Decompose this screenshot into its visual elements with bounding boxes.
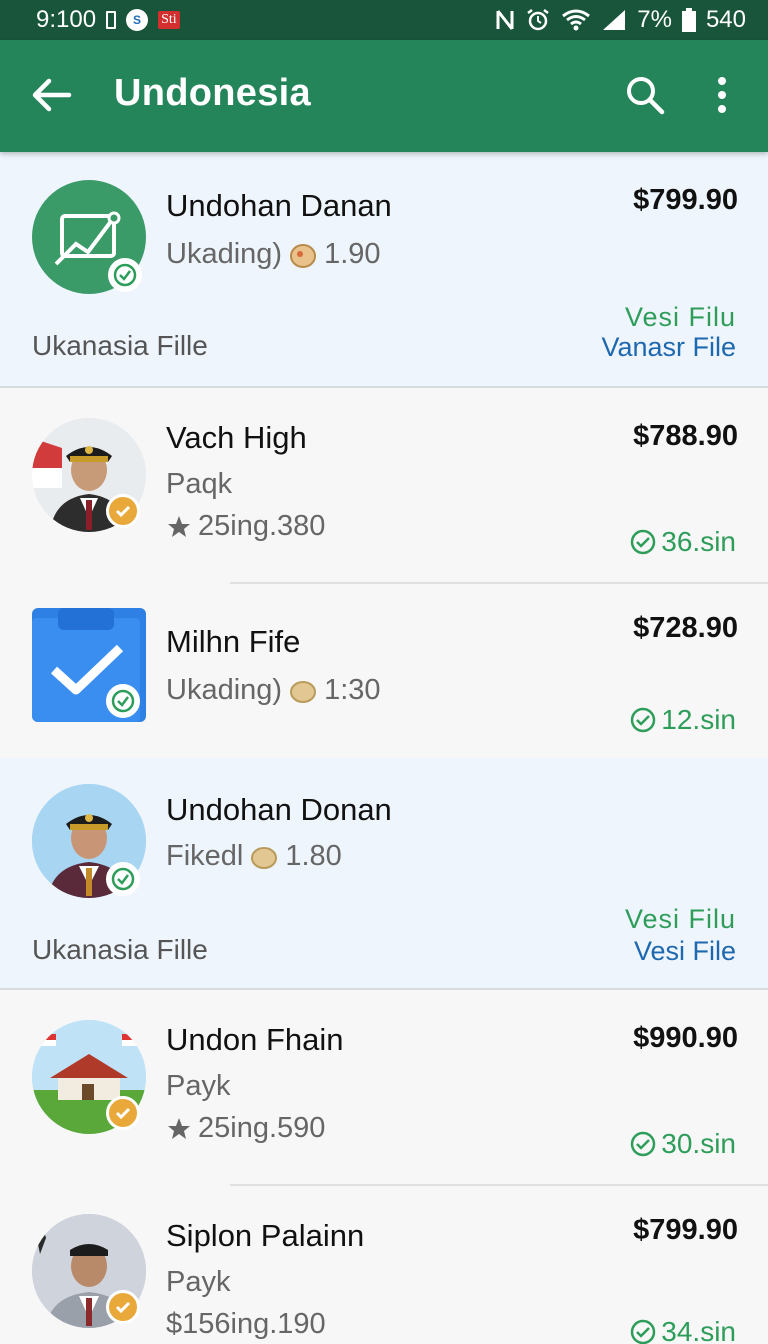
item-name: Siplon Palainn bbox=[166, 1218, 365, 1253]
item-rating-value: 25ing.380 bbox=[198, 510, 326, 542]
status-bar: 9:100 S Sti 7% 540 bbox=[0, 0, 768, 40]
item-rating-value: $156ing.190 bbox=[166, 1308, 326, 1340]
item-status: 30.sin bbox=[629, 1128, 736, 1160]
item-status: 34.sin bbox=[629, 1316, 736, 1344]
item-subtitle: Paqk bbox=[166, 468, 232, 501]
item-subtitle: Payk bbox=[166, 1070, 230, 1103]
item-rating: 25ing.590 bbox=[166, 1112, 325, 1145]
item-name: Milhn Fife bbox=[166, 624, 301, 659]
item-name: Undohan Danan bbox=[166, 188, 392, 223]
app-notification-icon: S bbox=[126, 9, 149, 31]
item-sub-text: Payk bbox=[166, 1266, 231, 1298]
check-circle-icon bbox=[631, 1319, 656, 1344]
battery-percent: 7% bbox=[637, 6, 672, 33]
list-item[interactable]: Siplon Palainn Payk $156ing.190 $799.90 … bbox=[0, 1186, 768, 1344]
verified-icon bbox=[106, 684, 140, 718]
item-footer: Ukanasia Fille bbox=[32, 330, 208, 361]
food-icon bbox=[290, 243, 317, 268]
item-status-text: 30.sin bbox=[661, 1128, 736, 1159]
item-sub-text: Paqk bbox=[166, 468, 233, 500]
item-price: $788.90 bbox=[633, 420, 738, 452]
item-subtitle: Fikedl 1.80 bbox=[166, 840, 342, 873]
item-price: $990.90 bbox=[633, 1022, 738, 1054]
item-status: 36.sin bbox=[629, 526, 736, 558]
back-button[interactable] bbox=[26, 70, 76, 120]
item-price: $728.90 bbox=[633, 612, 738, 644]
list-item[interactable]: Undohan Donan Fikedl 1.80 Vesi Filu Vesi… bbox=[0, 758, 768, 988]
item-price: $799.90 bbox=[633, 1214, 738, 1246]
star-icon bbox=[168, 1117, 190, 1139]
item-rating: 25ing.380 bbox=[166, 510, 325, 543]
search-button[interactable] bbox=[620, 70, 670, 120]
item-sub-text: Payk bbox=[166, 1070, 231, 1102]
item-footer: Ukanasia Fille bbox=[32, 934, 208, 965]
list-item[interactable]: Milhn Fife Ukading) 1:30 $728.90 12.sin bbox=[0, 584, 768, 758]
page-title: Undonesia bbox=[114, 72, 311, 114]
verified-icon bbox=[108, 258, 142, 292]
nfc-icon bbox=[496, 10, 514, 30]
check-circle-icon bbox=[631, 1131, 656, 1157]
item-rating: $156ing.190 bbox=[166, 1308, 326, 1341]
item-sub-text: Ukading) bbox=[166, 674, 283, 706]
status-time: 9:100 bbox=[36, 6, 97, 33]
item-status: 12.sin bbox=[629, 704, 736, 736]
food-icon bbox=[290, 680, 317, 703]
verified-icon bbox=[106, 1096, 140, 1130]
item-sub-value: 1.90 bbox=[324, 238, 381, 270]
file-status: Vesi Filu bbox=[624, 904, 736, 934]
signal-icon bbox=[603, 10, 626, 30]
list-item[interactable]: Vach High Paqk 25ing.380 $788.90 36.sin bbox=[0, 388, 768, 582]
file-status: Vesi Filu bbox=[624, 302, 736, 332]
star-icon bbox=[168, 515, 190, 537]
overflow-menu-button[interactable] bbox=[700, 70, 744, 120]
item-rating-value: 25ing.590 bbox=[198, 1112, 326, 1144]
battery-icon bbox=[681, 8, 696, 32]
file-link[interactable]: Vanasr File bbox=[601, 332, 736, 363]
item-name: Undohan Donan bbox=[166, 792, 392, 827]
verified-icon bbox=[106, 862, 140, 896]
item-price: $799.90 bbox=[633, 184, 738, 216]
item-sub-text: Ukading) bbox=[166, 238, 283, 270]
app-bar: Undonesia bbox=[0, 40, 768, 152]
item-status-text: 34.sin bbox=[661, 1316, 736, 1344]
item-list: Undohan Danan Ukading) 1.90 $799.90 Vesi… bbox=[0, 152, 768, 1344]
item-sub-value: 1.80 bbox=[285, 840, 342, 872]
more-vertical-icon bbox=[718, 77, 726, 113]
item-status-text: 12.sin bbox=[661, 704, 736, 735]
item-subtitle: Ukading) 1:30 bbox=[166, 674, 381, 707]
status-extra: 540 bbox=[705, 6, 746, 33]
item-status-text: 36.sin bbox=[661, 526, 736, 557]
item-name: Undon Fhain bbox=[166, 1022, 344, 1057]
item-name: Vach High bbox=[166, 420, 307, 455]
alarm-icon bbox=[527, 9, 550, 31]
check-circle-icon bbox=[631, 529, 656, 555]
food-icon bbox=[251, 846, 278, 869]
sim-icon bbox=[106, 11, 117, 29]
verified-icon bbox=[106, 494, 140, 528]
wifi-icon bbox=[562, 9, 591, 31]
notification-badge: Sti bbox=[158, 11, 180, 29]
item-subtitle: Ukading) 1.90 bbox=[166, 238, 381, 271]
check-circle-icon bbox=[631, 707, 656, 733]
search-icon bbox=[627, 77, 665, 115]
list-item[interactable]: Undohan Danan Ukading) 1.90 $799.90 Vesi… bbox=[0, 152, 768, 386]
item-sub-value: 1:30 bbox=[324, 674, 381, 706]
item-subtitle: Payk bbox=[166, 1266, 230, 1299]
arrow-left-icon bbox=[32, 78, 72, 112]
verified-icon bbox=[106, 1290, 140, 1324]
item-sub-text: Fikedl bbox=[166, 840, 244, 872]
list-item[interactable]: Undon Fhain Payk 25ing.590 $990.90 30.si… bbox=[0, 990, 768, 1184]
file-link[interactable]: Vesi File bbox=[634, 936, 736, 967]
